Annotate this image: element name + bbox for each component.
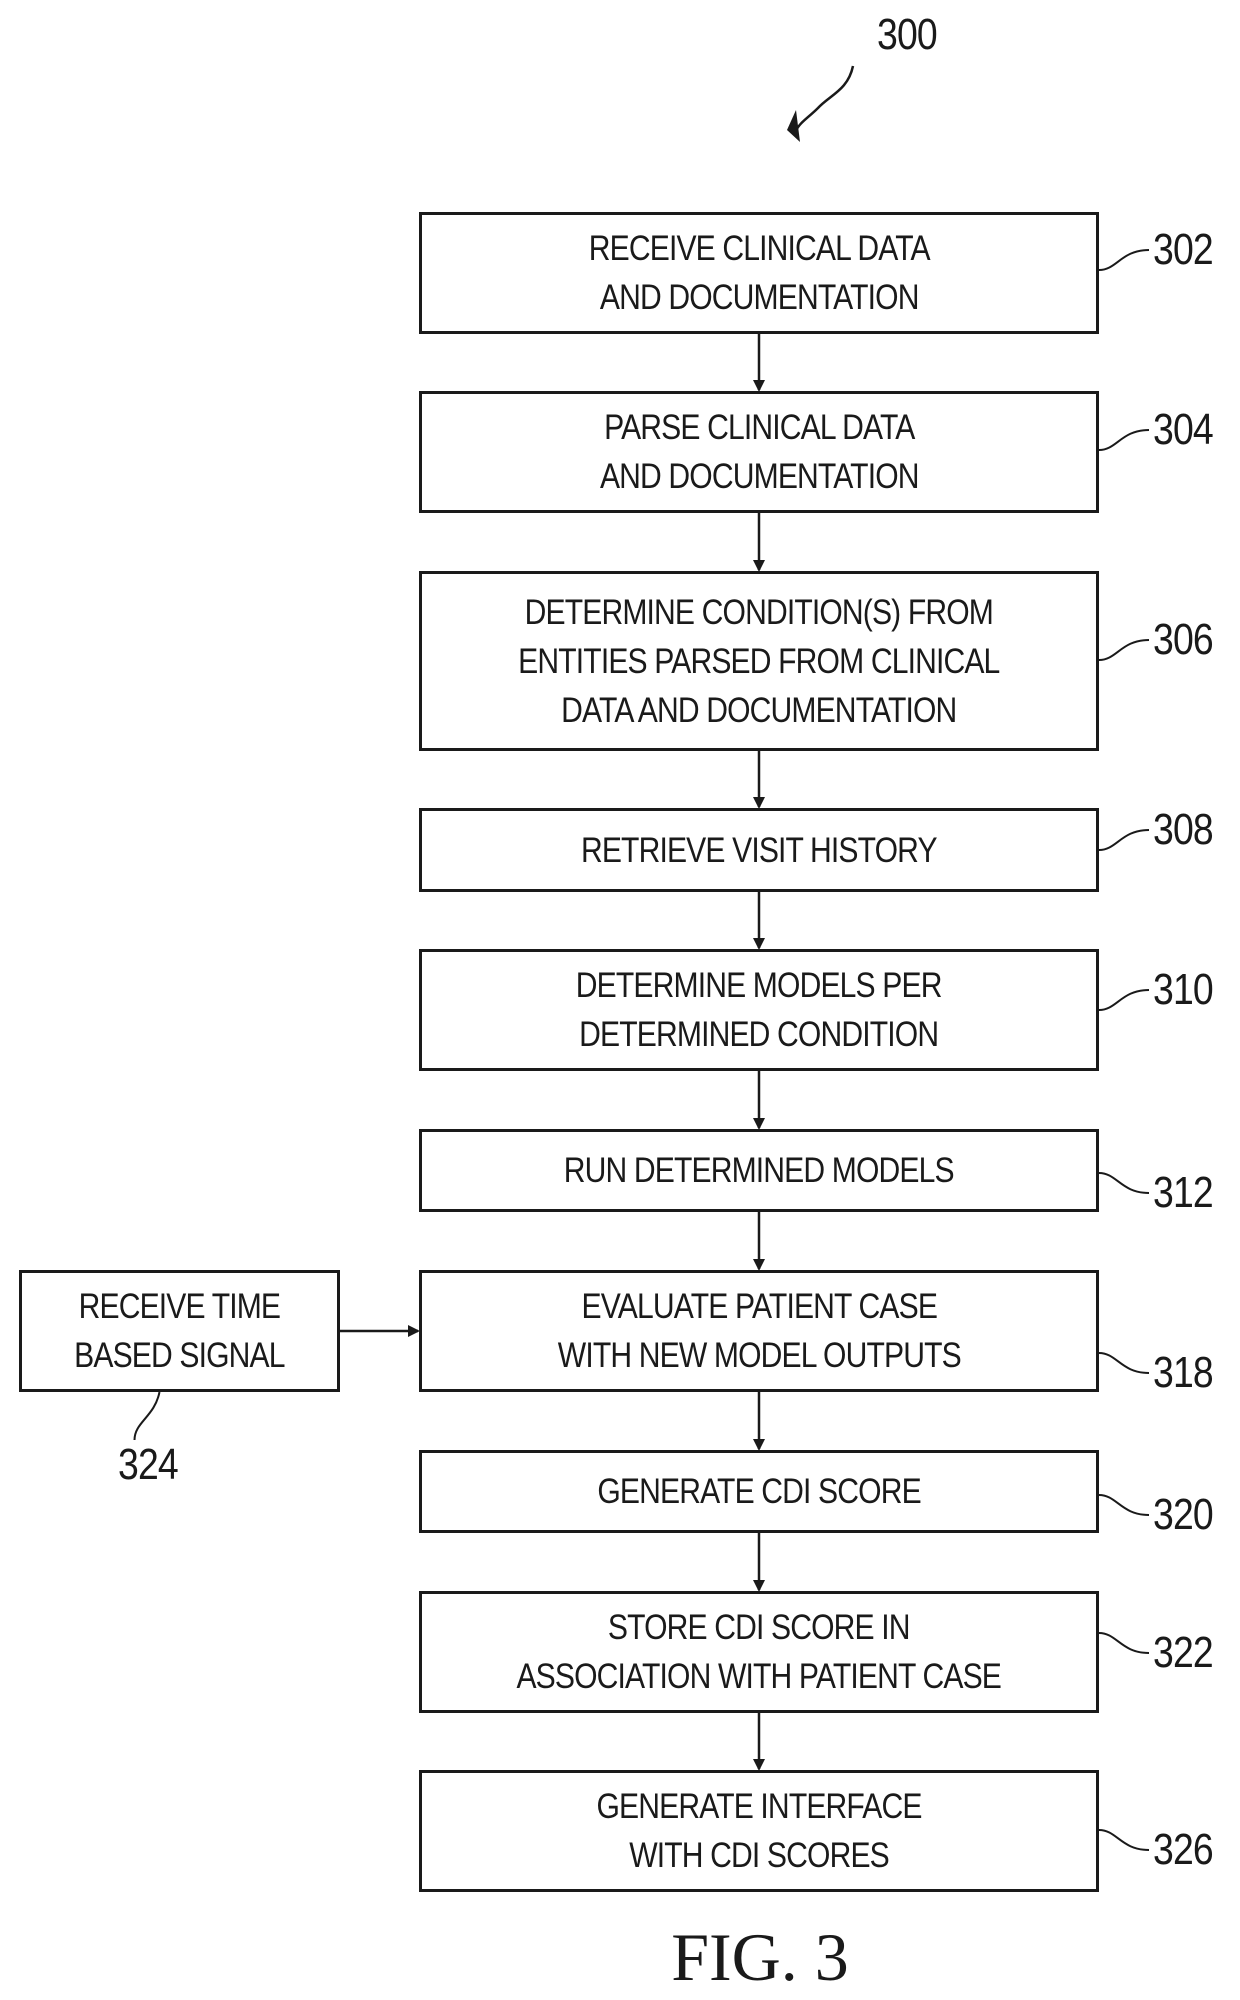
ref-320: 320 — [1153, 1490, 1214, 1539]
leader-line-302 — [1098, 249, 1150, 271]
step-306-box: DETERMINE CONDITION(S) FROM ENTITIES PAR… — [419, 571, 1099, 751]
step-322-label: STORE CDI SCORE IN ASSOCIATION WITH PATI… — [516, 1608, 1002, 1696]
leader-line-322 — [1098, 1632, 1150, 1654]
leader-line-320 — [1098, 1494, 1150, 1516]
figure-caption: FIG. 3 — [671, 1919, 849, 1995]
step-324-box: RECEIVE TIME BASED SIGNAL — [19, 1270, 340, 1392]
step-306-label: DETERMINE CONDITION(S) FROM ENTITIES PAR… — [518, 592, 1000, 730]
step-326-box: GENERATE INTERFACE WITH CDI SCORES — [419, 1770, 1099, 1892]
step-324-label: RECEIVE TIME BASED SIGNAL — [74, 1287, 285, 1375]
step-310-box: DETERMINE MODELS PER DETERMINED CONDITIO… — [419, 949, 1099, 1071]
ref-322: 322 — [1153, 1628, 1214, 1677]
step-310-label: DETERMINE MODELS PER DETERMINED CONDITIO… — [576, 966, 943, 1054]
leader-line-310 — [1098, 989, 1150, 1011]
step-302-label: RECEIVE CLINICAL DATA AND DOCUMENTATION — [588, 229, 930, 317]
step-308-box: RETRIEVE VISIT HISTORY — [419, 808, 1099, 892]
step-302-box: RECEIVE CLINICAL DATA AND DOCUMENTATION — [419, 212, 1099, 334]
leader-line-308 — [1098, 829, 1150, 851]
step-320-box: GENERATE CDI SCORE — [419, 1450, 1099, 1533]
figure-ref-number: 300 — [877, 10, 938, 59]
step-318-label: EVALUATE PATIENT CASE WITH NEW MODEL OUT… — [557, 1287, 961, 1375]
leader-line-324 — [133, 1391, 161, 1441]
ref-308: 308 — [1153, 805, 1214, 854]
ref-324: 324 — [118, 1440, 179, 1489]
step-304-label: PARSE CLINICAL DATA AND DOCUMENTATION — [599, 408, 920, 496]
leader-line-326 — [1098, 1829, 1150, 1851]
ref-306: 306 — [1153, 615, 1214, 664]
step-318-box: EVALUATE PATIENT CASE WITH NEW MODEL OUT… — [419, 1270, 1099, 1392]
step-308-label: RETRIEVE VISIT HISTORY — [581, 830, 938, 870]
step-322-box: STORE CDI SCORE IN ASSOCIATION WITH PATI… — [419, 1591, 1099, 1713]
ref-312: 312 — [1153, 1168, 1214, 1217]
leader-line-312 — [1098, 1172, 1150, 1194]
step-304-box: PARSE CLINICAL DATA AND DOCUMENTATION — [419, 391, 1099, 513]
ref-304: 304 — [1153, 405, 1214, 454]
ref-302: 302 — [1153, 225, 1214, 274]
ref-318: 318 — [1153, 1348, 1214, 1397]
figure-pointer-arrow — [793, 65, 855, 133]
step-312-box: RUN DETERMINED MODELS — [419, 1129, 1099, 1212]
ref-310: 310 — [1153, 965, 1214, 1014]
step-312-label: RUN DETERMINED MODELS — [563, 1151, 955, 1190]
step-326-label: GENERATE INTERFACE WITH CDI SCORES — [596, 1787, 922, 1875]
leader-line-318 — [1098, 1352, 1150, 1374]
leader-line-304 — [1098, 429, 1150, 451]
ref-326: 326 — [1153, 1825, 1214, 1874]
leader-line-306 — [1098, 639, 1150, 661]
step-320-label: GENERATE CDI SCORE — [597, 1472, 921, 1511]
